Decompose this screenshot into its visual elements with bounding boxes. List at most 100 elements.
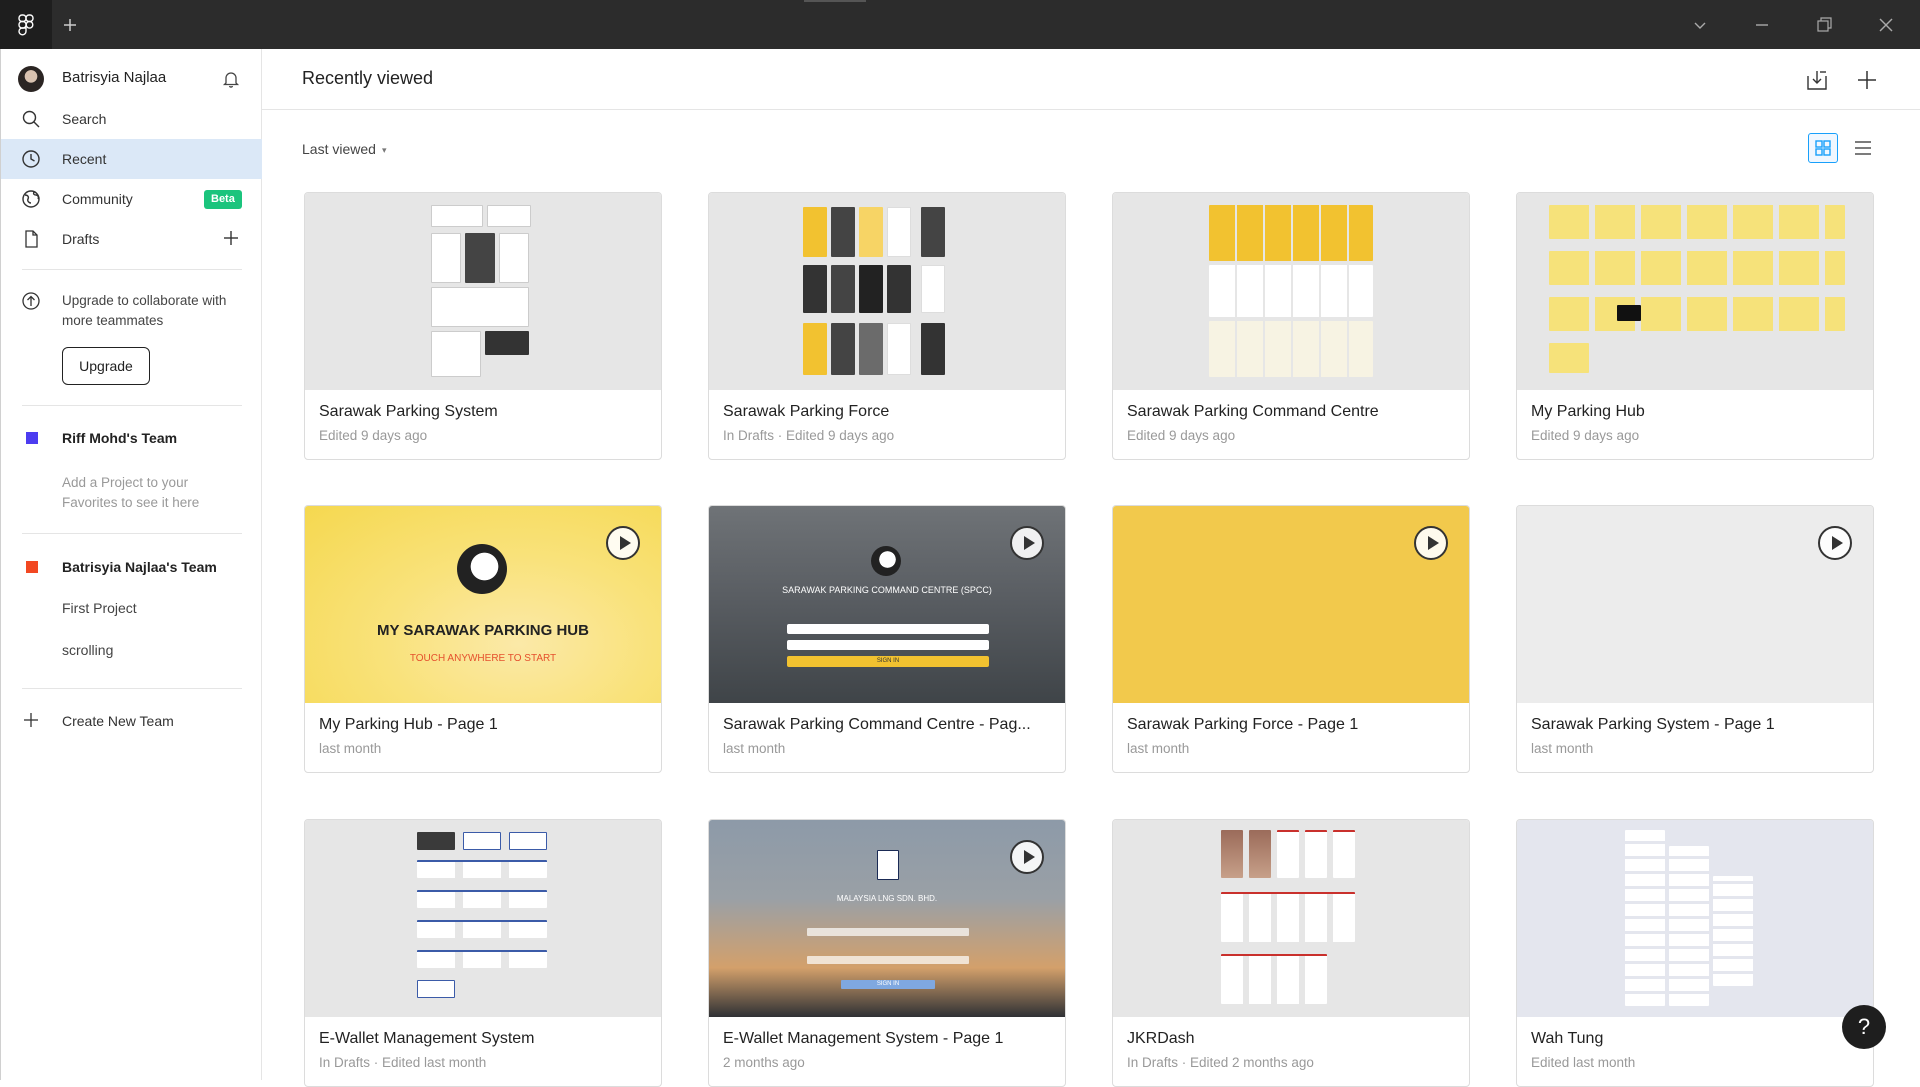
restore-icon[interactable] — [1814, 15, 1834, 35]
list-icon — [1855, 141, 1871, 155]
project-first-project[interactable]: First Project — [62, 600, 137, 616]
thumb-headline: MY SARAWAK PARKING HUB — [377, 622, 589, 639]
sidebar-item-label: Search — [62, 111, 107, 127]
sidebar-item-community[interactable]: Community Beta — [1, 179, 263, 219]
play-icon[interactable] — [1414, 526, 1448, 560]
list-view-toggle[interactable] — [1848, 133, 1878, 163]
main-content: Recently viewed Last viewed ▾ Sarawak Pa… — [262, 49, 1920, 1087]
file-card[interactable]: Sarawak Parking Command Centre Edited 9 … — [1112, 192, 1470, 460]
main-header: Recently viewed — [262, 49, 1920, 110]
globe-icon — [22, 190, 40, 208]
file-title: E-Wallet Management System — [319, 1030, 535, 1047]
favorites-hint: Add a Project to your Favorites to see i… — [62, 475, 200, 510]
file-card[interactable]: Wah Tung Edited last month — [1516, 819, 1874, 1087]
file-title: E-Wallet Management System - Page 1 — [723, 1030, 1004, 1047]
file-meta: In Drafts · Edited 9 days ago — [723, 428, 895, 443]
close-icon[interactable] — [1876, 15, 1896, 35]
file-card[interactable]: My Parking Hub Edited 9 days ago — [1516, 192, 1874, 460]
file-meta: 2 months ago — [723, 1055, 805, 1070]
create-new-team-label: Create New Team — [62, 713, 174, 729]
divider — [22, 533, 242, 534]
create-new-team-button[interactable]: Create New Team — [1, 705, 263, 735]
file-thumbnail — [709, 193, 1065, 390]
file-meta: last month — [723, 741, 786, 756]
file-card[interactable]: SARAWAK PARKING COMMAND CENTRE (SPCC) SI… — [708, 505, 1066, 773]
play-icon[interactable] — [1010, 526, 1044, 560]
file-meta: In Drafts · Edited last month — [319, 1055, 487, 1070]
sidebar-item-label: Recent — [62, 151, 107, 167]
file-title: Sarawak Parking Force — [723, 403, 890, 420]
file-title: JKRDash — [1127, 1030, 1195, 1047]
play-icon[interactable] — [1818, 526, 1852, 560]
play-icon[interactable] — [606, 526, 640, 560]
file-thumbnail — [305, 820, 661, 1017]
file-card[interactable]: MY SARAWAK PARKING HUB TOUCH ANYWHERE TO… — [304, 505, 662, 773]
page-title: Recently viewed — [302, 68, 434, 88]
file-card[interactable]: Sarawak Parking Force In Drafts · Edited… — [708, 192, 1066, 460]
sidebar-item-recent[interactable]: Recent — [1, 139, 263, 179]
new-file-icon[interactable] — [1854, 67, 1880, 93]
team-color-swatch — [26, 561, 38, 573]
file-card[interactable]: E-Wallet Management System In Drafts · E… — [304, 819, 662, 1087]
chevron-down-icon[interactable] — [1690, 15, 1710, 35]
user-name[interactable]: Batrisyia Najlaa — [62, 69, 166, 86]
thumb-headline: SARAWAK PARKING COMMAND CENTRE (SPCC) — [782, 585, 992, 595]
grid-view-toggle[interactable] — [1808, 133, 1838, 163]
team-name: Riff Mohd's Team — [62, 430, 178, 446]
file-thumbnail — [1113, 820, 1469, 1017]
file-thumbnail — [1517, 193, 1873, 390]
thumb-headline: MALAYSIA LNG SDN. BHD. — [836, 894, 938, 903]
file-meta: Edited 9 days ago — [1127, 428, 1236, 443]
logo-image — [457, 544, 507, 594]
new-tab-icon[interactable] — [58, 13, 82, 37]
file-meta: Edited 9 days ago — [1531, 428, 1640, 443]
clock-icon — [22, 150, 40, 168]
file-title: My Parking Hub — [1531, 403, 1645, 420]
add-draft-icon[interactable] — [221, 228, 241, 248]
tab-indicator — [804, 0, 866, 2]
search-icon — [22, 110, 40, 128]
sort-dropdown[interactable]: Last viewed ▾ — [302, 141, 386, 157]
sidebar: Batrisyia Najlaa Search Recent Community… — [0, 49, 263, 1080]
file-thumbnail — [305, 193, 661, 390]
thumb-subtext: TOUCH ANYWHERE TO START — [409, 653, 557, 664]
file-title: Sarawak Parking Command Centre — [1127, 403, 1379, 420]
file-card[interactable]: JKRDash In Drafts · Edited 2 months ago — [1112, 819, 1470, 1087]
project-scrolling[interactable]: scrolling — [62, 642, 113, 658]
file-icon — [25, 230, 38, 248]
grid-icon — [1815, 140, 1831, 156]
title-bar — [0, 0, 1920, 49]
file-title: My Parking Hub - Page 1 — [319, 716, 498, 733]
team-name: Batrisyia Najlaa's Team — [62, 559, 217, 575]
sidebar-item-search[interactable]: Search — [1, 99, 263, 139]
avatar[interactable] — [18, 66, 44, 92]
team-riff[interactable]: Riff Mohd's Team — [1, 423, 263, 453]
user-menu[interactable]: Batrisyia Najlaa — [1, 63, 263, 93]
logo-image — [871, 546, 901, 576]
bell-icon[interactable] — [221, 69, 241, 89]
sort-label: Last viewed — [302, 141, 376, 157]
import-icon[interactable] — [1804, 67, 1830, 93]
sidebar-item-label: Drafts — [62, 231, 100, 247]
file-card[interactable]: Sarawak Parking System Edited 9 days ago — [304, 192, 662, 460]
thumb-subtext: SIGN IN — [787, 656, 989, 667]
file-title: Sarawak Parking Force - Page 1 — [1127, 716, 1359, 733]
file-title: Sarawak Parking System — [319, 403, 498, 420]
file-thumbnail — [1517, 820, 1873, 1017]
file-thumbnail — [1113, 193, 1469, 390]
file-card[interactable]: Sarawak Parking Force - Page 1 last mont… — [1112, 505, 1470, 773]
figma-logo-icon[interactable] — [0, 0, 52, 49]
file-card[interactable]: Sarawak Parking System - Page 1 last mon… — [1516, 505, 1874, 773]
divider — [22, 405, 242, 406]
divider — [22, 688, 242, 689]
help-button[interactable]: ? — [1842, 1005, 1886, 1049]
sidebar-item-drafts[interactable]: Drafts — [1, 219, 263, 259]
team-batrisyia[interactable]: Batrisyia Najlaa's Team — [1, 552, 263, 582]
minimize-icon[interactable] — [1752, 15, 1772, 35]
file-title: Sarawak Parking System - Page 1 — [1531, 716, 1775, 733]
beta-badge: Beta — [204, 190, 242, 209]
logo-image — [877, 850, 899, 880]
upgrade-button[interactable]: Upgrade — [62, 347, 150, 385]
file-card[interactable]: MALAYSIA LNG SDN. BHD. SIGN IN E-Wallet … — [708, 819, 1066, 1087]
play-icon[interactable] — [1010, 840, 1044, 874]
